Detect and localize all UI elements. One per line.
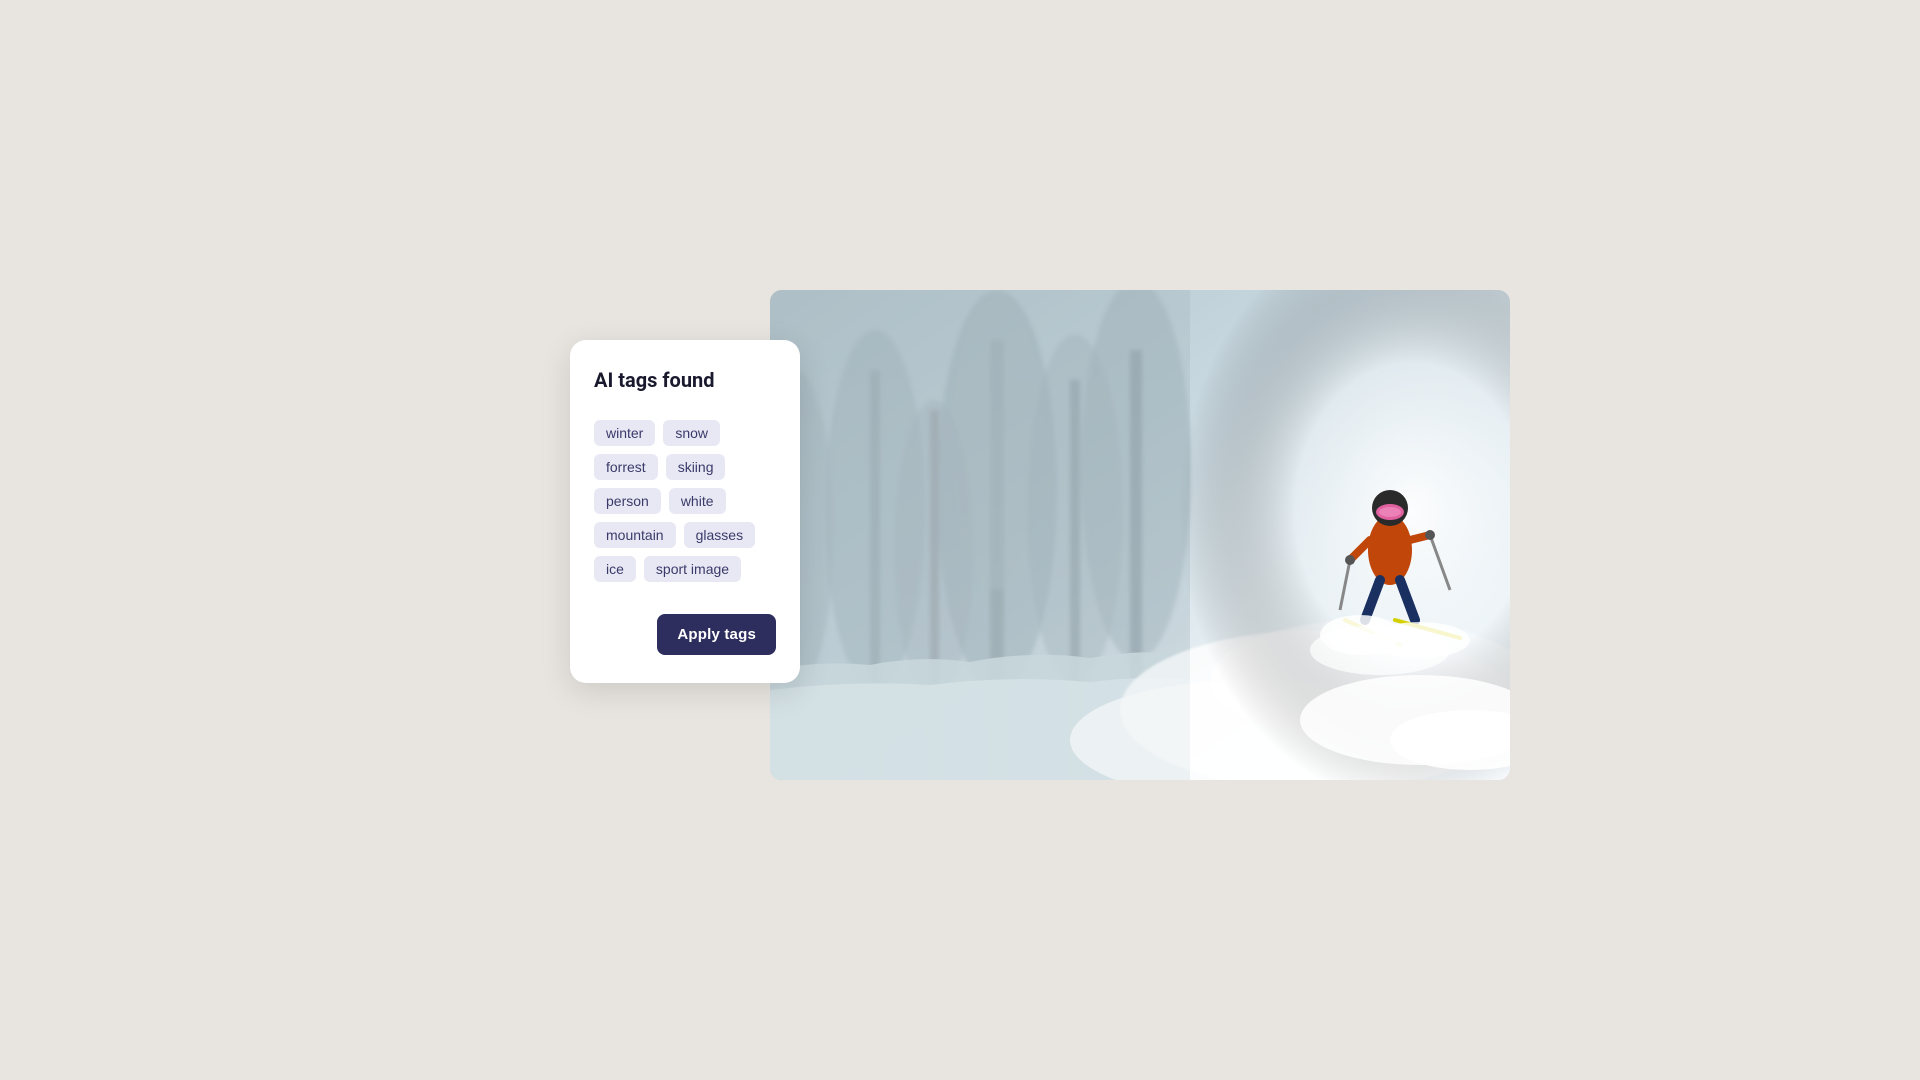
ai-tags-card: AI tags found winter snowforrest skiingper… (570, 340, 800, 683)
tag-chip[interactable]: ice (594, 556, 636, 582)
tag-chip[interactable]: glasses (684, 522, 755, 548)
tags-grid: winter snowforrest skiingperson white mounta… (594, 420, 776, 582)
card-title: AI tags found (594, 368, 776, 392)
skiing-image-container (770, 290, 1510, 780)
skiing-scene-svg (770, 290, 1510, 780)
main-container: AI tags found winter snowforrest skiingper… (590, 290, 1330, 790)
apply-tags-button[interactable]: Apply tags (657, 614, 776, 655)
tag-chip[interactable]: skiing (666, 454, 726, 480)
tag-chip[interactable]: forrest (594, 454, 658, 480)
tag-chip[interactable]: snow (663, 420, 720, 446)
tag-chip[interactable]: white (669, 488, 726, 514)
tag-chip[interactable]: person (594, 488, 661, 514)
tag-chip[interactable]: mountain (594, 522, 676, 548)
tag-chip[interactable]: winter (594, 420, 655, 446)
skiing-image (770, 290, 1510, 780)
tag-chip[interactable]: sport image (644, 556, 741, 582)
